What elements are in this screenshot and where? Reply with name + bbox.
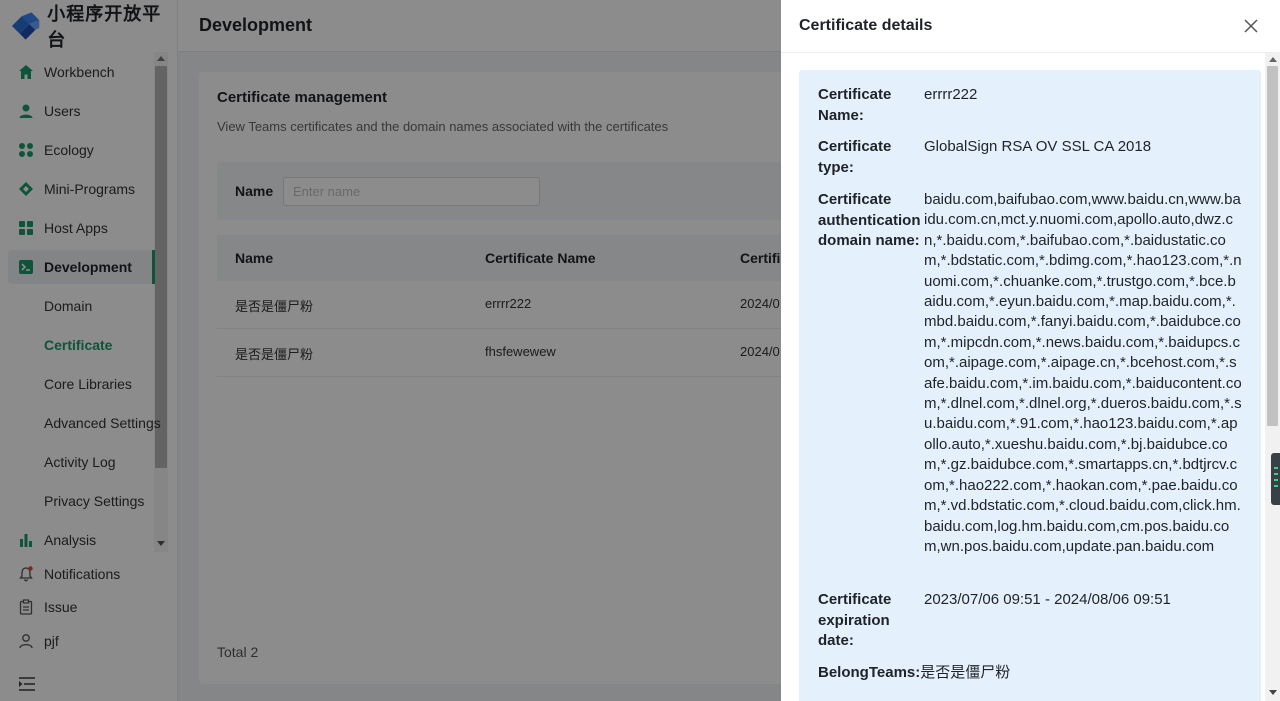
- drawer-header: Certificate details: [781, 0, 1280, 53]
- drawer-title: Certificate details: [799, 17, 933, 34]
- belong-teams-value: 是否是僵尸粉: [920, 664, 1011, 681]
- certificate-expiration-value: 2023/07/06 09:51 - 2024/08/06 09:51: [924, 591, 1171, 608]
- certificate-domains-value: baidu.com,baifubao.com,www.baidu.cn,www.…: [924, 191, 1242, 555]
- certificate-expiration-label: Certificate expiration date:: [818, 591, 892, 649]
- side-widget-tab[interactable]: [1271, 453, 1280, 505]
- belong-teams-row: BelongTeams:是否是僵尸粉: [818, 663, 1010, 683]
- drawer-scroll-up-arrow[interactable]: [1269, 57, 1277, 62]
- drawer-scroll-down-arrow[interactable]: [1269, 690, 1277, 695]
- certificate-details-panel: Certificate Name: errrr222 Certificate t…: [799, 70, 1261, 701]
- certificate-type-value: GlobalSign RSA OV SSL CA 2018: [924, 138, 1152, 155]
- certificate-name-value: errrr222: [924, 86, 978, 103]
- drawer-scrollbar-thumb[interactable]: [1267, 66, 1278, 426]
- drawer-overlay[interactable]: [0, 0, 781, 701]
- certificate-type-label: Certificate type:: [818, 138, 892, 176]
- close-icon[interactable]: [1243, 18, 1259, 34]
- belong-teams-label: BelongTeams:: [818, 664, 921, 681]
- certificate-name-label: Certificate Name:: [818, 86, 892, 124]
- certificate-details-drawer: Certificate details Certificate Name: er…: [781, 0, 1280, 701]
- certificate-domains-label: Certificate authentication domain name:: [818, 191, 921, 249]
